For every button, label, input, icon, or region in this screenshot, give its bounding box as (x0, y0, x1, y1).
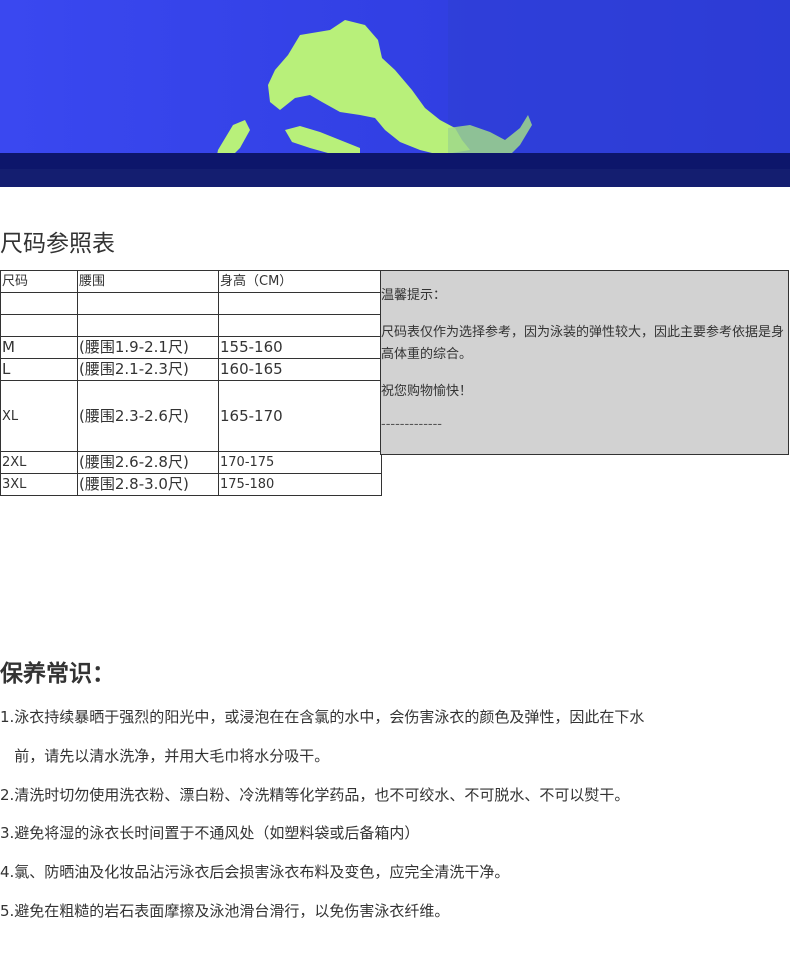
table-row (0, 314, 382, 337)
care-line: 2.清洗时切勿使用洗衣粉、漂白粉、冷洗精等化学药品，也不可绞水、不可脱水、不可以… (0, 786, 630, 804)
care-line: 3.避免将湿的泳衣长时间置于不通风处（如塑料袋或后备箱内） (0, 824, 420, 842)
waist-cell (77, 314, 219, 337)
waist-cell: (腰围1.9-2.1尺) (77, 336, 219, 359)
tips-wish: 祝您购物愉快！ (381, 384, 473, 399)
size-cell: L (0, 358, 78, 381)
table-row: XL (腰围2.3-2.6尺) 165-170 (0, 380, 382, 452)
header-height: 身高（CM） (218, 270, 382, 293)
size-cell: XL (0, 380, 78, 452)
table-row: L (腰围2.1-2.3尺) 160-165 (0, 358, 382, 381)
height-cell (218, 292, 382, 315)
height-cell: 165-170 (218, 380, 382, 452)
care-line: 1.泳衣持续暴晒于强烈的阳光中，或浸泡在在含氯的水中，会伤害泳衣的颜色及弹性，因… (0, 708, 645, 726)
tips-heading: 温馨提示： (381, 288, 447, 303)
table-row: 3XL (腰围2.8-3.0尺) 175-180 (0, 473, 382, 496)
waist-cell: (腰围2.3-2.6尺) (77, 380, 219, 452)
header-banner-image (0, 0, 790, 187)
care-line: 前，请先以清水洗净，并用大毛巾将水分吸干。 (0, 747, 330, 765)
height-cell: 160-165 (218, 358, 382, 381)
header-size: 尺码 (0, 270, 78, 293)
height-cell: 155-160 (218, 336, 382, 359)
care-title: 保养常识： (0, 661, 115, 687)
waist-cell: (腰围2.1-2.3尺) (77, 358, 219, 381)
size-cell: M (0, 336, 78, 359)
height-cell (218, 314, 382, 337)
size-cell: 2XL (0, 451, 78, 474)
header-waist: 腰围 (77, 270, 219, 293)
waist-cell (77, 292, 219, 315)
size-chart-table: 尺码 腰围 身高（CM） M (腰围1.9-2.1尺) 155-160 L (腰… (0, 270, 382, 496)
waist-cell: (腰围2.6-2.8尺) (77, 451, 219, 474)
table-row: M (腰围1.9-2.1尺) 155-160 (0, 336, 382, 359)
care-line: 4.氯、防晒油及化妆品沾污泳衣后会损害泳衣布料及变色，应完全清洗干净。 (0, 863, 510, 881)
waist-cell: (腰围2.8-3.0尺) (77, 473, 219, 496)
tips-body: 尺码表仅作为选择参考，因为泳装的弹性较大，因此主要参考依据是身高体重的综合。 (381, 325, 785, 362)
height-cell: 170-175 (218, 451, 382, 474)
map-illustration (0, 0, 790, 187)
size-cell (0, 314, 78, 337)
tips-box: 温馨提示： 尺码表仅作为选择参考，因为泳装的弹性较大，因此主要参考依据是身高体重… (380, 270, 789, 455)
table-row (0, 292, 382, 315)
tips-divider: ------------- (381, 417, 442, 432)
height-cell: 175-180 (218, 473, 382, 496)
table-row: 2XL (腰围2.6-2.8尺) 170-175 (0, 451, 382, 474)
table-header-row: 尺码 腰围 身高（CM） (0, 270, 382, 293)
care-line: 5.避免在粗糙的岩石表面摩擦及泳池滑台滑行，以免伤害泳衣纤维。 (0, 902, 450, 920)
size-chart-title: 尺码参照表 (0, 231, 115, 257)
size-cell: 3XL (0, 473, 78, 496)
size-cell (0, 292, 78, 315)
